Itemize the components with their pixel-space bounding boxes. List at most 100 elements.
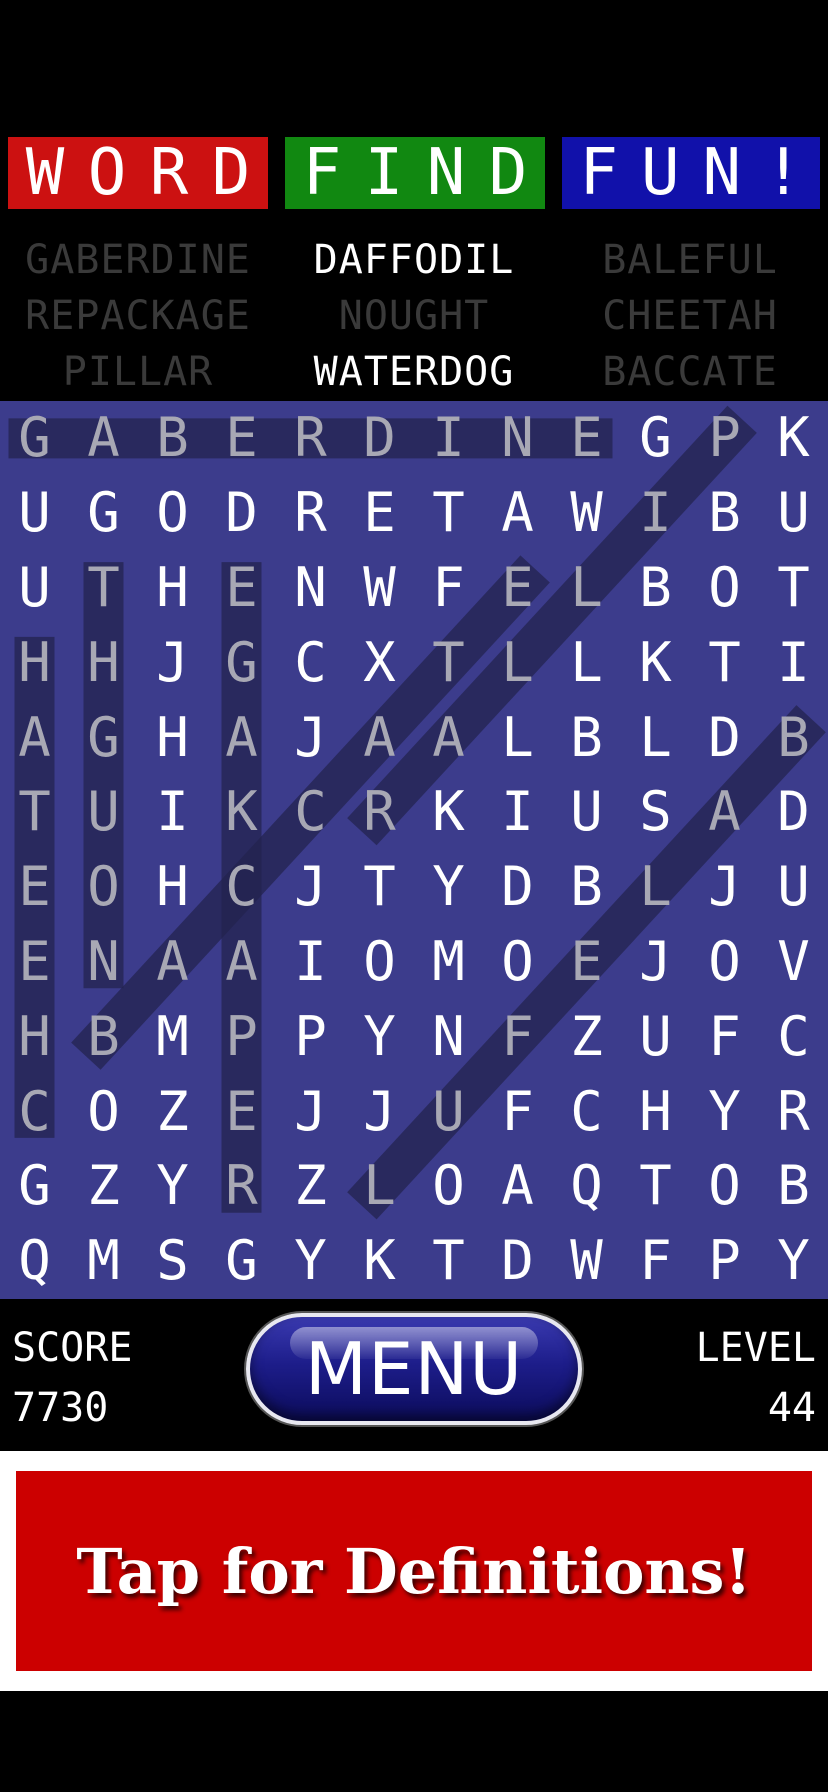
- grid-cell[interactable]: R: [276, 476, 345, 551]
- grid-cell[interactable]: L: [552, 551, 621, 626]
- grid-cell[interactable]: C: [276, 625, 345, 700]
- grid-cell[interactable]: E: [552, 401, 621, 476]
- grid-cell[interactable]: T: [414, 1224, 483, 1299]
- grid-cell[interactable]: K: [207, 775, 276, 850]
- grid-cell[interactable]: W: [345, 551, 414, 626]
- grid-cell[interactable]: K: [621, 625, 690, 700]
- grid-cell[interactable]: H: [0, 625, 69, 700]
- grid-cell[interactable]: Q: [552, 1149, 621, 1224]
- grid-cell[interactable]: G: [621, 401, 690, 476]
- grid-cell[interactable]: O: [69, 1074, 138, 1149]
- grid-cell[interactable]: Z: [552, 999, 621, 1074]
- grid-cell[interactable]: Y: [345, 999, 414, 1074]
- grid-cell[interactable]: F: [483, 1074, 552, 1149]
- grid-cell[interactable]: E: [345, 476, 414, 551]
- grid-cell[interactable]: L: [483, 700, 552, 775]
- grid-cell[interactable]: E: [552, 925, 621, 1000]
- grid-cell[interactable]: T: [69, 551, 138, 626]
- grid-cell[interactable]: N: [483, 401, 552, 476]
- grid-cell[interactable]: G: [0, 401, 69, 476]
- grid-cell[interactable]: P: [690, 401, 759, 476]
- grid-cell[interactable]: M: [414, 925, 483, 1000]
- grid-cell[interactable]: O: [69, 850, 138, 925]
- grid-cell[interactable]: Y: [276, 1224, 345, 1299]
- grid-cell[interactable]: U: [552, 775, 621, 850]
- grid-cell[interactable]: B: [759, 1149, 828, 1224]
- grid-cell[interactable]: D: [759, 775, 828, 850]
- grid-cell[interactable]: B: [69, 999, 138, 1074]
- grid-cell[interactable]: I: [414, 401, 483, 476]
- grid-cell[interactable]: P: [276, 999, 345, 1074]
- grid-cell[interactable]: I: [138, 775, 207, 850]
- grid-cell[interactable]: J: [621, 925, 690, 1000]
- grid-cell[interactable]: R: [345, 775, 414, 850]
- grid-cell[interactable]: M: [138, 999, 207, 1074]
- grid-cell[interactable]: A: [483, 476, 552, 551]
- grid-cell[interactable]: L: [552, 625, 621, 700]
- grid-cell[interactable]: I: [276, 925, 345, 1000]
- grid-cell[interactable]: C: [0, 1074, 69, 1149]
- grid-cell[interactable]: P: [690, 1224, 759, 1299]
- grid-cell[interactable]: D: [483, 850, 552, 925]
- grid-cell[interactable]: A: [483, 1149, 552, 1224]
- grid-cell[interactable]: U: [69, 775, 138, 850]
- grid-cell[interactable]: S: [138, 1224, 207, 1299]
- grid-cell[interactable]: E: [207, 1074, 276, 1149]
- grid-cell[interactable]: C: [276, 775, 345, 850]
- grid-cell[interactable]: R: [759, 1074, 828, 1149]
- grid-cell[interactable]: B: [621, 551, 690, 626]
- grid-cell[interactable]: S: [621, 775, 690, 850]
- grid-cell[interactable]: H: [138, 850, 207, 925]
- grid-cell[interactable]: A: [0, 700, 69, 775]
- grid-cell[interactable]: Y: [414, 850, 483, 925]
- grid-cell[interactable]: L: [621, 700, 690, 775]
- grid-cell[interactable]: F: [483, 999, 552, 1074]
- grid-cell[interactable]: A: [345, 700, 414, 775]
- grid-cell[interactable]: J: [276, 1074, 345, 1149]
- grid-cell[interactable]: G: [69, 700, 138, 775]
- grid-cell[interactable]: N: [69, 925, 138, 1000]
- grid-cell[interactable]: A: [138, 925, 207, 1000]
- grid-cell[interactable]: H: [138, 700, 207, 775]
- grid-cell[interactable]: N: [414, 999, 483, 1074]
- grid-cell[interactable]: O: [690, 1149, 759, 1224]
- grid-cell[interactable]: D: [345, 401, 414, 476]
- grid-cell[interactable]: H: [0, 999, 69, 1074]
- grid-cell[interactable]: U: [759, 850, 828, 925]
- grid-cell[interactable]: O: [690, 925, 759, 1000]
- grid-cell[interactable]: I: [483, 775, 552, 850]
- grid-cell[interactable]: L: [621, 850, 690, 925]
- grid-cell[interactable]: L: [483, 625, 552, 700]
- letter-cells[interactable]: GABERDINEGPKUGODRETAWIBUUTHENWFELBOTHHJG…: [0, 401, 828, 1299]
- grid-cell[interactable]: K: [759, 401, 828, 476]
- grid-cell[interactable]: J: [138, 625, 207, 700]
- grid-cell[interactable]: G: [207, 625, 276, 700]
- grid-cell[interactable]: G: [0, 1149, 69, 1224]
- grid-cell[interactable]: A: [207, 700, 276, 775]
- grid-cell[interactable]: Q: [0, 1224, 69, 1299]
- grid-cell[interactable]: F: [690, 999, 759, 1074]
- grid-cell[interactable]: T: [690, 625, 759, 700]
- grid-cell[interactable]: D: [483, 1224, 552, 1299]
- grid-cell[interactable]: B: [759, 700, 828, 775]
- grid-cell[interactable]: Z: [69, 1149, 138, 1224]
- grid-cell[interactable]: H: [69, 625, 138, 700]
- grid-cell[interactable]: J: [276, 850, 345, 925]
- grid-cell[interactable]: T: [0, 775, 69, 850]
- grid-cell[interactable]: A: [207, 925, 276, 1000]
- grid-cell[interactable]: U: [0, 551, 69, 626]
- grid-cell[interactable]: U: [621, 999, 690, 1074]
- grid-cell[interactable]: U: [759, 476, 828, 551]
- grid-cell[interactable]: B: [138, 401, 207, 476]
- grid-cell[interactable]: I: [621, 476, 690, 551]
- grid-cell[interactable]: R: [276, 401, 345, 476]
- grid-cell[interactable]: E: [0, 850, 69, 925]
- grid-cell[interactable]: Z: [276, 1149, 345, 1224]
- grid-cell[interactable]: J: [690, 850, 759, 925]
- grid-cell[interactable]: R: [207, 1149, 276, 1224]
- grid-cell[interactable]: L: [345, 1149, 414, 1224]
- grid-cell[interactable]: A: [690, 775, 759, 850]
- menu-button[interactable]: MENU: [246, 1313, 582, 1425]
- grid-cell[interactable]: O: [414, 1149, 483, 1224]
- grid-cell[interactable]: Z: [138, 1074, 207, 1149]
